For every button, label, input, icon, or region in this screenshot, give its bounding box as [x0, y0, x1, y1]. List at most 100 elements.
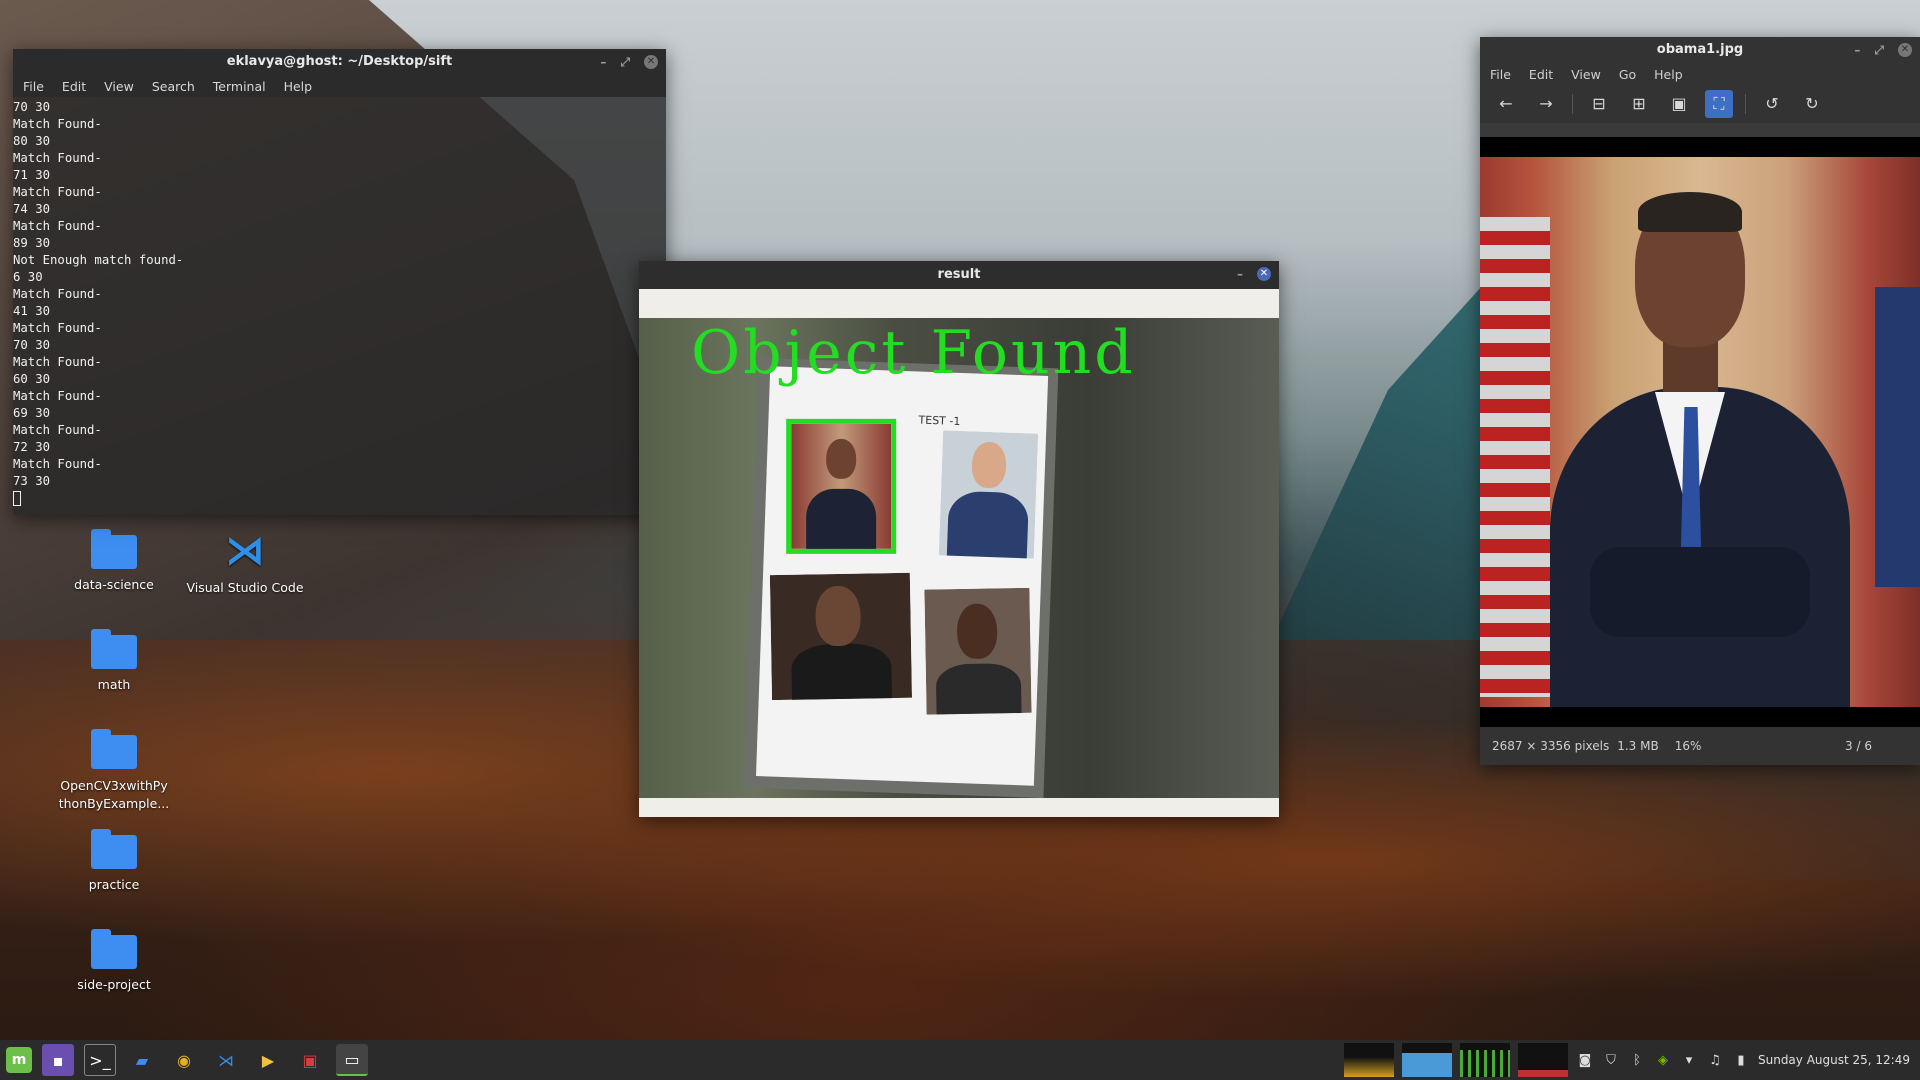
desktop-icon-data-science[interactable]: data-science	[55, 529, 173, 592]
folder-icon	[91, 629, 137, 669]
taskbar: m ▪ >_ ▰ ◉ ⋊ ▶ ▣ ▭ ◙ ⛉ ᛒ ◈ ▾ ♫ ▮ Sunday …	[0, 1040, 1920, 1080]
camera-icon[interactable]: ◙	[1576, 1053, 1594, 1068]
folder-icon	[91, 829, 137, 869]
desktop-icon-side-project[interactable]: side-project	[55, 929, 173, 992]
window-list-icon[interactable]: ▭	[336, 1044, 368, 1076]
minimize-icon[interactable]: –	[1854, 37, 1860, 63]
toolbar-separator	[1745, 94, 1746, 114]
terminal-titlebar[interactable]: eklavya@ghost: ~/Desktop/sift – ⤢ ✕	[13, 49, 666, 75]
object-found-label: Object Found	[691, 318, 1136, 388]
result-window[interactable]: result – ✕ TEST -1 Object Found	[639, 261, 1279, 817]
memory-graph	[1401, 1043, 1452, 1077]
desktop-icon-label: practice	[88, 877, 140, 892]
nvidia-icon[interactable]: ◈	[1654, 1053, 1672, 1068]
network-graph	[1459, 1043, 1510, 1077]
sheet-photo	[924, 587, 1032, 715]
desktop-icon-label: Visual Studio Code	[186, 580, 304, 595]
wifi-icon[interactable]: ▾	[1680, 1053, 1698, 1068]
chrome-launcher-icon[interactable]: ◉	[168, 1044, 200, 1076]
menu-view[interactable]: View	[1571, 67, 1601, 82]
terminal-menubar: File Edit View Search Terminal Help	[13, 75, 666, 97]
close-icon[interactable]: ✕	[1257, 267, 1271, 281]
forward-arrow-icon[interactable]: →	[1532, 90, 1560, 118]
music-icon[interactable]: ♫	[1706, 1053, 1724, 1068]
matched-photo	[786, 418, 897, 554]
window-title: result	[937, 267, 981, 282]
result-titlebar[interactable]: result – ✕	[639, 261, 1279, 289]
desktop-icon-vscode[interactable]: ⋊ Visual Studio Code	[186, 528, 304, 595]
flag-graphic	[1480, 217, 1550, 697]
maximize-icon[interactable]: ⤢	[1874, 37, 1884, 63]
result-image: TEST -1 Object Found	[639, 318, 1279, 798]
photo-sheet: TEST -1	[755, 366, 1049, 786]
files-launcher-icon[interactable]: ▰	[126, 1044, 158, 1076]
terminal-launcher-icon[interactable]: >_	[84, 1044, 116, 1076]
menu-go[interactable]: Go	[1619, 67, 1636, 82]
window-title: eklavya@ghost: ~/Desktop/sift	[226, 54, 453, 69]
close-icon[interactable]: ✕	[644, 55, 658, 69]
desktop-icon-label: OpenCV3xwithPythonByExample...	[58, 778, 170, 811]
viewer-image-area[interactable]	[1480, 137, 1920, 727]
terminal-text: 70 30 Match Found- 80 30 Match Found- 71…	[13, 100, 184, 488]
photo-board: TEST -1	[743, 357, 1059, 798]
close-icon[interactable]: ✕	[1898, 43, 1912, 57]
menu-terminal[interactable]: Terminal	[213, 79, 266, 94]
menu-edit[interactable]: Edit	[62, 79, 86, 94]
portrait-arms	[1590, 547, 1810, 637]
image-dimensions: 2687 × 3356 pixels	[1492, 739, 1610, 753]
zoom-out-icon[interactable]: ⊟	[1585, 90, 1613, 118]
battery-icon[interactable]: ▮	[1732, 1053, 1750, 1068]
back-arrow-icon[interactable]: ←	[1492, 90, 1520, 118]
vscode-launcher-icon[interactable]: ⋊	[210, 1044, 242, 1076]
minimize-icon[interactable]: –	[600, 49, 606, 75]
menu-help[interactable]: Help	[1654, 67, 1683, 82]
desktop-icon-practice[interactable]: practice	[55, 829, 173, 892]
sheet-photo	[938, 430, 1039, 559]
zoom-level: 16%	[1674, 739, 1702, 753]
menu-help[interactable]: Help	[284, 79, 313, 94]
desktop-icon-opencv[interactable]: OpenCV3xwithPythonByExample...	[55, 729, 173, 813]
menu-file[interactable]: File	[23, 79, 44, 94]
viewer-menubar: File Edit View Go Help	[1480, 63, 1920, 85]
portrait-hair	[1638, 192, 1742, 232]
terminal-output[interactable]: 70 30 Match Found- 80 30 Match Found- 71…	[13, 97, 666, 507]
rotate-left-icon[interactable]: ↺	[1758, 90, 1786, 118]
sheet-photo	[769, 572, 913, 701]
menu-edit[interactable]: Edit	[1529, 67, 1553, 82]
minimize-icon[interactable]: –	[1237, 260, 1243, 288]
screen-recorder-icon[interactable]: ▣	[294, 1044, 326, 1076]
image-position: 3 / 6	[1845, 739, 1872, 753]
image-viewer-window[interactable]: obama1.jpg – ⤢ ✕ File Edit View Go Help …	[1480, 37, 1920, 765]
desktop-icon-label: math	[97, 677, 131, 692]
desktop-icon-label: data-science	[74, 577, 154, 592]
window-title: obama1.jpg	[1656, 42, 1744, 57]
terminal-cursor	[13, 491, 21, 506]
shield-icon[interactable]: ⛉	[1602, 1053, 1620, 1068]
workspace-icon[interactable]: ▪	[42, 1044, 74, 1076]
viewer-toolbar: ← → ⊟ ⊞ ▣ ⛶ ↺ ↻	[1480, 85, 1920, 123]
flag-graphic	[1875, 287, 1920, 587]
desktop-icon-math[interactable]: math	[55, 629, 173, 692]
rotate-right-icon[interactable]: ↻	[1798, 90, 1826, 118]
zoom-normal-icon[interactable]: ▣	[1665, 90, 1693, 118]
sheet-label: TEST -1	[918, 413, 961, 428]
terminal-window[interactable]: eklavya@ghost: ~/Desktop/sift – ⤢ ✕ File…	[13, 49, 666, 515]
menu-view[interactable]: View	[104, 79, 134, 94]
clock[interactable]: Sunday August 25, 12:49	[1758, 1053, 1910, 1067]
mint-menu-icon[interactable]: m	[6, 1047, 32, 1073]
menu-file[interactable]: File	[1490, 67, 1511, 82]
folder-icon	[91, 729, 137, 769]
menu-search[interactable]: Search	[152, 79, 195, 94]
zoom-in-icon[interactable]: ⊞	[1625, 90, 1653, 118]
pycharm-launcher-icon[interactable]: ▶	[252, 1044, 284, 1076]
disk-graph	[1517, 1043, 1568, 1077]
vscode-icon: ⋊	[225, 528, 265, 574]
desktop-icon-label: side-project	[77, 977, 151, 992]
portrait-photo	[1480, 157, 1920, 707]
maximize-icon[interactable]: ⤢	[620, 49, 630, 75]
viewer-titlebar[interactable]: obama1.jpg – ⤢ ✕	[1480, 37, 1920, 63]
bluetooth-icon[interactable]: ᛒ	[1628, 1053, 1646, 1068]
zoom-fit-icon[interactable]: ⛶	[1705, 90, 1733, 118]
cpu-graph	[1343, 1043, 1394, 1077]
toolbar-separator	[1572, 94, 1573, 114]
